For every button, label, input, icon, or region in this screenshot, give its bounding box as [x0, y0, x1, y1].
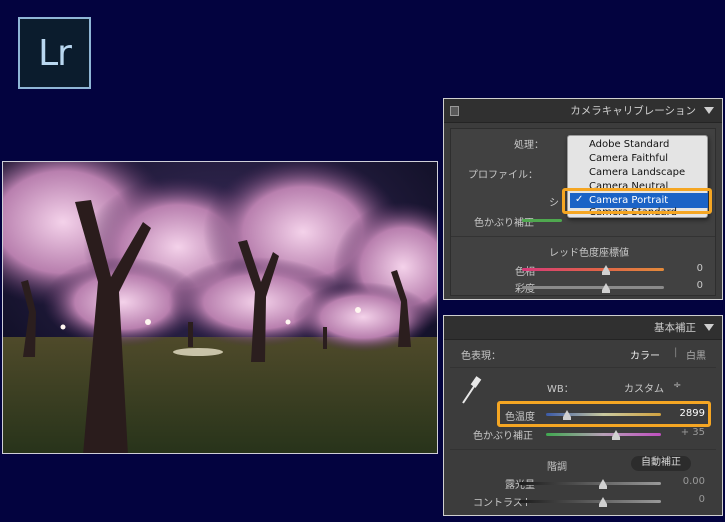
photo-illustration [3, 162, 437, 453]
profile-option[interactable]: Camera Faithful [589, 153, 668, 164]
divider [451, 236, 715, 237]
contrast-value[interactable]: 0 [699, 494, 705, 505]
treatment-separator: | [674, 347, 678, 358]
exposure-knob[interactable] [599, 479, 607, 489]
basic-header[interactable]: 基本補正 [444, 316, 722, 340]
saturation-knob[interactable] [602, 283, 610, 293]
divider [450, 449, 716, 450]
auto-tone-button[interactable]: 自動補正 [631, 456, 691, 471]
treatment-bw-option[interactable]: 白黒 [686, 347, 706, 362]
tint-knob[interactable] [612, 430, 620, 440]
basic-body: 色表現： カラー | 白黒 WB： カスタム ÷ 色温度 2899 色かぶり補正… [444, 345, 722, 511]
exposure-slider[interactable] [519, 482, 661, 485]
hue-knob[interactable] [602, 265, 610, 275]
exposure-value[interactable]: 0.00 [683, 476, 705, 487]
wb-stepper-icon[interactable]: ÷ [673, 380, 681, 391]
saturation-value: 0 [696, 280, 703, 291]
hue-value: 0 [696, 263, 703, 274]
contrast-knob[interactable] [599, 497, 607, 507]
profile-option[interactable]: Adobe Standard [589, 139, 669, 150]
process-label: 処理： [514, 140, 544, 151]
divider [450, 367, 716, 368]
calibration-tint-slider[interactable] [522, 219, 562, 222]
wb-value[interactable]: カスタム [624, 380, 664, 395]
treatment-label: 色表現： [461, 351, 501, 362]
panel-toggle-icon[interactable] [450, 106, 459, 116]
treatment-color-option[interactable]: カラー [630, 347, 660, 362]
red-primary-label: レッド色度座標値 [549, 248, 629, 259]
calibration-header[interactable]: カメラキャリブレーション [444, 99, 722, 123]
tint-value[interactable]: + 35 [681, 427, 705, 438]
basic-tint-slider[interactable] [546, 433, 661, 436]
logo-text: Lr [38, 32, 72, 74]
collapse-triangle-icon[interactable] [704, 324, 714, 331]
lightroom-logo: Lr [18, 17, 91, 89]
eyedropper-icon[interactable] [460, 375, 482, 405]
saturation-slider[interactable] [522, 286, 664, 289]
temperature-highlight-box [497, 401, 711, 427]
basic-tint-label: 色かぶり補正 [473, 431, 533, 442]
contrast-slider[interactable] [519, 500, 661, 503]
basic-title: 基本補正 [654, 322, 696, 334]
shadow-label: シ [549, 198, 559, 209]
hue-slider[interactable] [522, 268, 664, 271]
profile-highlight-box [562, 188, 712, 214]
tone-label: 階調 [547, 462, 567, 473]
profile-option[interactable]: Camera Landscape [589, 167, 685, 178]
cherry-blossom-photo [2, 161, 438, 454]
calibration-title: カメラキャリブレーション [570, 105, 696, 117]
profile-label: プロファイル： [468, 170, 538, 181]
collapse-triangle-icon[interactable] [704, 107, 714, 114]
wb-label: WB： [547, 384, 574, 395]
